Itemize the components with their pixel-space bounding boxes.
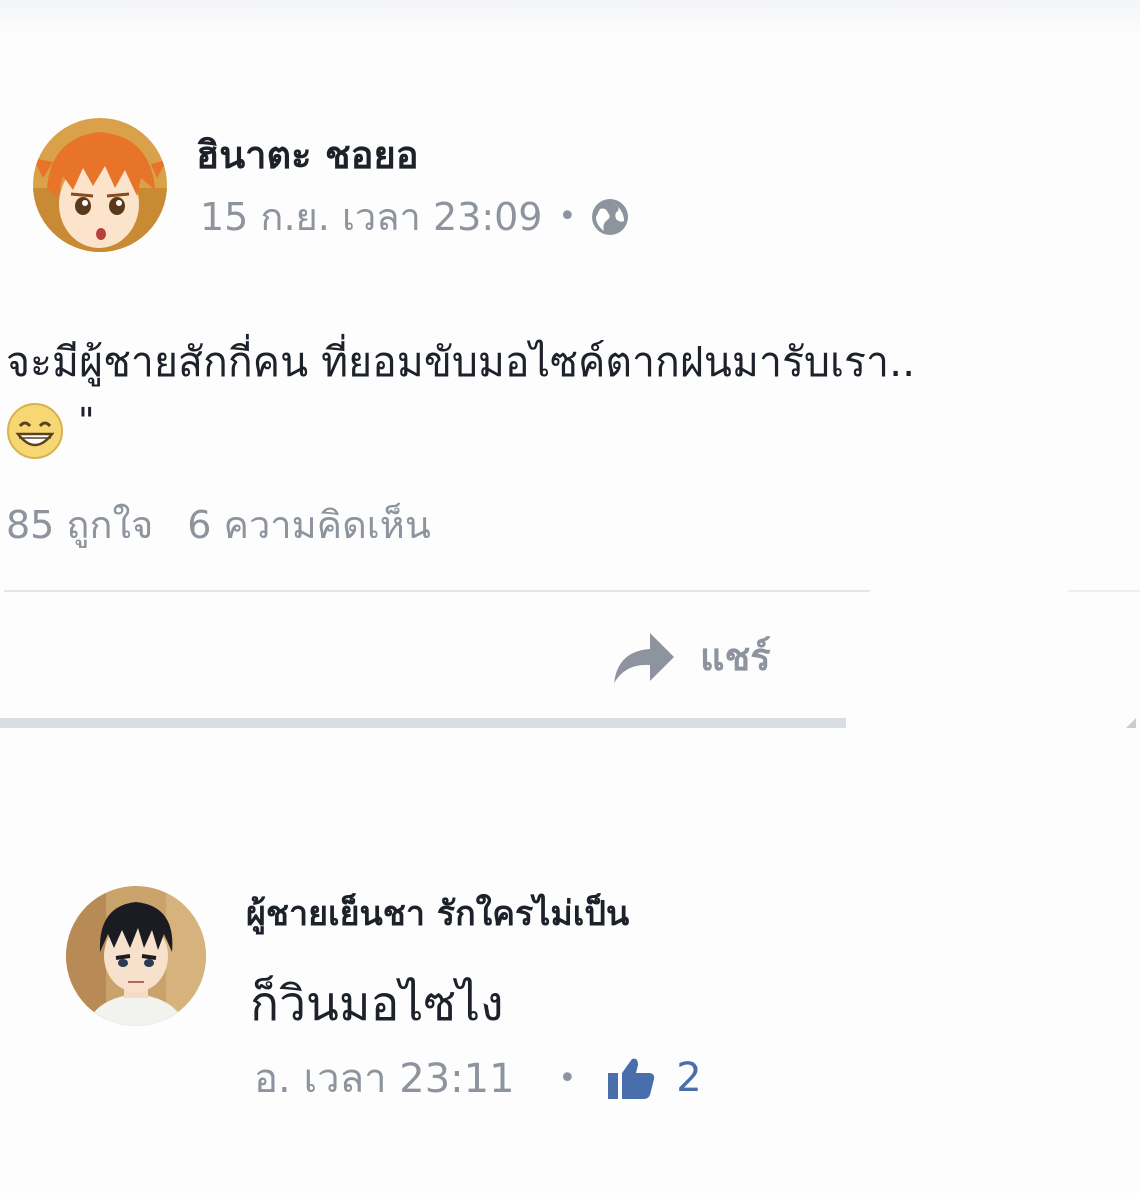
- comment-timestamp[interactable]: อ. เวลา 23:11: [254, 1046, 515, 1110]
- meta-separator: •: [558, 199, 577, 234]
- share-button[interactable]: แชร์: [612, 626, 771, 687]
- comment-meta: อ. เวลา 23:11 • 2: [254, 1046, 702, 1110]
- comment-text: ก็วินมอไซไง: [250, 976, 504, 1032]
- thumbs-up-icon[interactable]: [606, 1055, 656, 1101]
- post-timestamp[interactable]: 15 ก.ย. เวลา 23:09: [200, 186, 542, 247]
- post-reactions: 85 ถูกใจ 6 ความคิดเห็น: [6, 494, 431, 555]
- globe-icon: [590, 197, 630, 237]
- share-arrow-icon: [612, 629, 676, 685]
- post-meta: 15 ก.ย. เวลา 23:09 •: [200, 186, 630, 247]
- comment-like-count[interactable]: 2: [676, 1055, 701, 1101]
- grinning-face-emoji-icon: [6, 402, 64, 460]
- quote-mark: ": [78, 400, 95, 442]
- divider: [1068, 590, 1140, 592]
- comment-count[interactable]: 6 ความคิดเห็น: [187, 503, 431, 547]
- post-author-avatar[interactable]: [33, 118, 167, 252]
- divider: [4, 590, 870, 592]
- post-author-name[interactable]: ฮินาตะ ชอยอ: [196, 124, 419, 185]
- share-label: แชร์: [700, 635, 771, 679]
- comment-author-avatar[interactable]: [66, 886, 206, 1026]
- post-text-continued: ": [6, 400, 95, 460]
- like-count[interactable]: 85 ถูกใจ: [6, 503, 153, 547]
- section-divider: [0, 718, 846, 728]
- meta-separator: •: [558, 1060, 577, 1096]
- post-text: จะมีผู้ชายสักกี่คน ที่ยอมขับมอไซค์ตากฝนม…: [6, 338, 916, 386]
- corner-mark: [1126, 718, 1136, 728]
- comment-author-name[interactable]: ผู้ชายเย็นชา รักใครไม่เป็น: [246, 886, 629, 940]
- top-edge: [0, 0, 1140, 40]
- facebook-post-screenshot: ฮินาตะ ชอยอ 15 ก.ย. เวลา 23:09 • จะมีผู้…: [0, 0, 1140, 1193]
